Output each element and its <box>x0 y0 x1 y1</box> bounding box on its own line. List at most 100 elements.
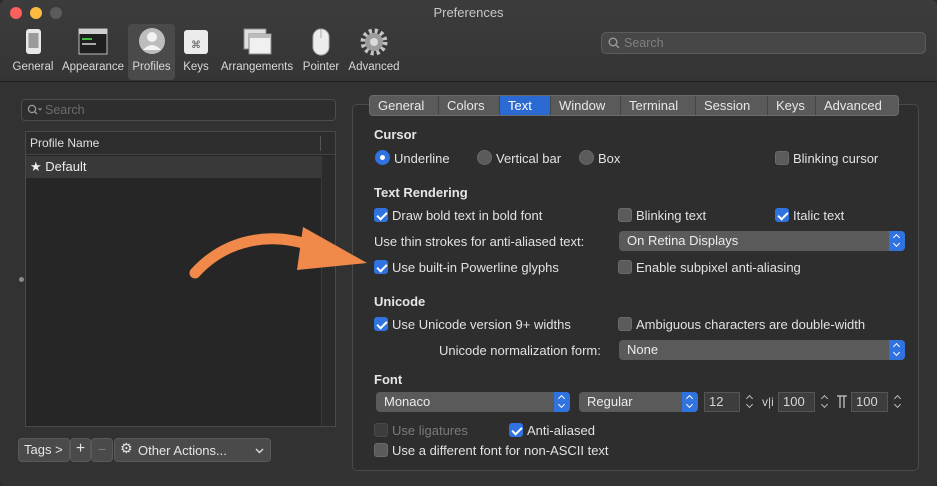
preferences-window: Preferences General Appearance Profiles … <box>0 0 937 486</box>
cursor-section-title: Cursor <box>374 127 417 142</box>
ligatures-label: Use ligatures <box>392 423 468 438</box>
tab-advanced[interactable]: Advanced <box>816 96 898 115</box>
general-icon <box>26 29 41 54</box>
profile-list-scrollbar[interactable] <box>321 156 335 426</box>
cursor-box-label: Box <box>598 151 621 166</box>
profile-search-placeholder: Search <box>45 103 85 117</box>
appearance-icon <box>78 28 108 55</box>
ligatures-checkbox[interactable] <box>374 423 388 437</box>
title-bar: Preferences General Appearance Profiles … <box>0 0 937 82</box>
svg-text:⌘: ⌘ <box>191 40 201 51</box>
cursor-underline-radio[interactable] <box>375 150 390 165</box>
toolbar-pointer[interactable]: Pointer <box>297 24 345 80</box>
unicode-v9-checkbox[interactable] <box>374 317 388 331</box>
default-star-icon: ★ <box>30 159 42 174</box>
profile-row-default[interactable]: ★ Default <box>26 156 321 178</box>
non-ascii-font-label: Use a different font for non-ASCII text <box>392 443 609 458</box>
toolbar-appearance-label: Appearance <box>61 61 125 73</box>
italic-text-label: Italic text <box>793 208 845 223</box>
blinking-cursor-checkbox[interactable] <box>775 151 789 165</box>
profile-list-header[interactable]: Profile Name <box>26 132 335 155</box>
popup-arrows-icon <box>889 231 905 251</box>
toolbar-arrangements[interactable]: Arrangements <box>217 24 297 80</box>
ambiguous-width-label: Ambiguous characters are double-width <box>636 317 866 332</box>
window-title: Preferences <box>433 5 504 20</box>
tab-colors[interactable]: Colors <box>439 96 500 115</box>
toolbar-search-placeholder: Search <box>624 36 664 50</box>
bold-font-label: Draw bold text in bold font <box>392 208 543 223</box>
horizontal-spacing-icon <box>837 395 847 408</box>
powerline-glyphs-checkbox[interactable] <box>374 260 388 274</box>
toolbar-appearance[interactable]: Appearance <box>58 24 128 80</box>
pointer-icon <box>312 28 330 56</box>
blinking-cursor-label: Blinking cursor <box>793 151 879 166</box>
ambiguous-width-checkbox[interactable] <box>618 317 632 331</box>
anti-aliased-checkbox[interactable] <box>509 423 523 437</box>
tab-general[interactable]: General <box>370 96 439 115</box>
blinking-text-checkbox[interactable] <box>618 208 632 222</box>
split-view-handle[interactable] <box>19 277 24 282</box>
toolbar-search-field[interactable]: Search <box>601 32 926 54</box>
toolbar-arrangements-label: Arrangements <box>220 61 294 73</box>
thin-strokes-popup[interactable]: On Retina Displays <box>619 231 905 251</box>
toolbar-advanced[interactable]: Advanced <box>345 24 403 80</box>
powerline-glyphs-label: Use built-in Powerline glyphs <box>392 260 559 275</box>
tab-text[interactable]: Text <box>500 96 551 115</box>
cursor-underline-label: Underline <box>394 151 450 166</box>
subpixel-aa-label: Enable subpixel anti-aliasing <box>636 260 801 275</box>
subpixel-aa-checkbox[interactable] <box>618 260 632 274</box>
normalization-popup[interactable]: None <box>619 340 905 360</box>
remove-profile-button[interactable]: − <box>91 438 113 462</box>
unicode-v9-label: Use Unicode version 9+ widths <box>392 317 571 332</box>
add-profile-button[interactable]: + <box>70 438 91 462</box>
gear-icon: ⚙ <box>120 440 133 456</box>
column-divider <box>320 136 321 151</box>
horizontal-spacing-stepper[interactable] <box>892 392 903 412</box>
vertical-spacing-field[interactable]: 100 <box>778 392 815 412</box>
popup-arrows-icon <box>889 340 905 360</box>
toolbar-pointer-label: Pointer <box>302 61 340 73</box>
cursor-vertical-bar-label: Vertical bar <box>496 151 562 166</box>
toolbar-advanced-label: Advanced <box>348 61 400 73</box>
tab-keys[interactable]: Keys <box>768 96 816 115</box>
vertical-spacing-stepper[interactable] <box>819 392 830 412</box>
vertical-spacing-icon: v|i <box>762 395 774 409</box>
non-ascii-font-checkbox[interactable] <box>374 443 388 457</box>
chevron-down-icon <box>255 448 264 454</box>
font-style-popup[interactable]: Regular <box>579 392 698 412</box>
font-family-popup[interactable]: Monaco <box>376 392 570 412</box>
toolbar-general[interactable]: General <box>8 24 58 80</box>
font-section-title: Font <box>374 372 403 387</box>
other-actions-menu[interactable]: ⚙ Other Actions... <box>114 438 271 462</box>
tab-terminal[interactable]: Terminal <box>621 96 696 115</box>
blinking-text-label: Blinking text <box>636 208 707 223</box>
tags-button[interactable]: Tags > <box>18 438 70 462</box>
profile-tab-bar: General Colors Text Window Terminal Sess… <box>369 95 899 116</box>
tab-session[interactable]: Session <box>696 96 768 115</box>
toolbar-keys-label: Keys <box>183 61 209 73</box>
tab-window[interactable]: Window <box>551 96 621 115</box>
font-size-field[interactable]: 12 <box>704 392 740 412</box>
toolbar-profiles[interactable]: Profiles <box>128 24 175 80</box>
italic-text-checkbox[interactable] <box>775 208 789 222</box>
profiles-icon <box>138 28 165 54</box>
search-icon <box>27 104 42 115</box>
font-size-stepper[interactable] <box>744 392 755 412</box>
profile-search-field[interactable]: Search <box>21 99 336 121</box>
thin-strokes-label: Use thin strokes for anti-aliased text: <box>374 234 585 249</box>
normalization-label: Unicode normalization form: <box>439 343 601 358</box>
cursor-vertical-bar-radio[interactable] <box>477 150 492 165</box>
unicode-section-title: Unicode <box>374 294 426 309</box>
cursor-box-radio[interactable] <box>579 150 594 165</box>
profile-name-column-header: Profile Name <box>30 136 100 150</box>
gear-icon <box>360 28 388 56</box>
toolbar-profiles-label: Profiles <box>132 61 171 73</box>
anti-aliased-label: Anti-aliased <box>527 423 595 438</box>
toolbar-keys[interactable]: ⌘ Keys <box>175 24 217 80</box>
toolbar-general-label: General <box>12 61 54 73</box>
font-style-value: Regular <box>587 394 633 409</box>
bold-font-checkbox[interactable] <box>374 208 388 222</box>
thin-strokes-value: On Retina Displays <box>627 233 739 248</box>
horizontal-spacing-field[interactable]: 100 <box>851 392 888 412</box>
normalization-value: None <box>627 342 659 357</box>
